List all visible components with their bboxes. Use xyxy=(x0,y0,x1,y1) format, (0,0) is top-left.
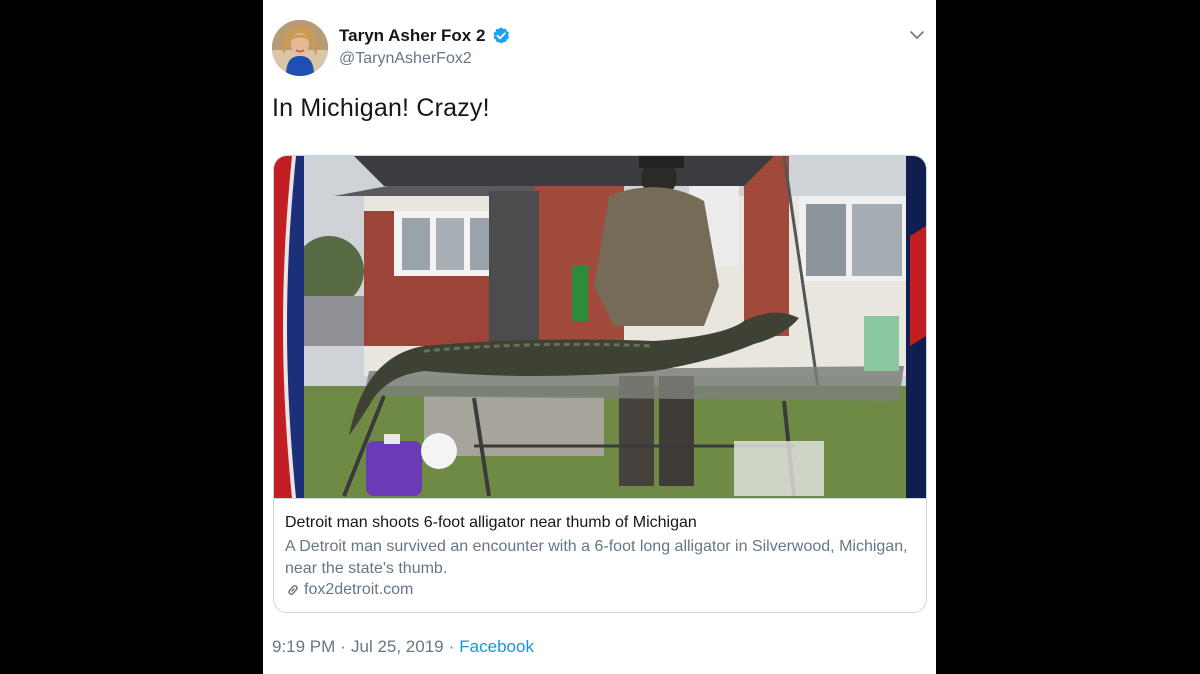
tweet-text: In Michigan! Crazy! xyxy=(272,94,490,122)
link-preview-card[interactable]: Detroit man shoots 6-foot alligator near… xyxy=(273,155,927,613)
verified-badge-icon xyxy=(491,26,511,46)
tweet-source-link[interactable]: Facebook xyxy=(459,637,534,657)
card-image[interactable] xyxy=(274,156,926,498)
tweet-date[interactable]: Jul 25, 2019 xyxy=(351,637,444,657)
link-icon xyxy=(285,582,301,598)
card-body[interactable]: Detroit man shoots 6-foot alligator near… xyxy=(274,498,926,612)
avatar[interactable] xyxy=(272,20,328,76)
meta-separator: · xyxy=(448,637,455,656)
tweet-meta: 9:19 PM · Jul 25, 2019 · Facebook xyxy=(272,637,534,657)
chevron-down-icon[interactable] xyxy=(908,26,926,44)
tweet-time[interactable]: 9:19 PM xyxy=(272,637,335,657)
user-handle[interactable]: @TarynAsherFox2 xyxy=(339,50,472,68)
card-title[interactable]: Detroit man shoots 6-foot alligator near… xyxy=(285,514,697,532)
tweet-card: Taryn Asher Fox 2 @TarynAsherFox2 In Mic… xyxy=(263,0,936,674)
display-name[interactable]: Taryn Asher Fox 2 xyxy=(339,26,511,46)
meta-separator: · xyxy=(340,637,346,656)
card-domain[interactable]: fox2detroit.com xyxy=(285,581,413,599)
display-name-text[interactable]: Taryn Asher Fox 2 xyxy=(339,26,485,46)
card-domain-text[interactable]: fox2detroit.com xyxy=(304,581,413,599)
card-description: A Detroit man survived an encounter with… xyxy=(285,538,908,577)
